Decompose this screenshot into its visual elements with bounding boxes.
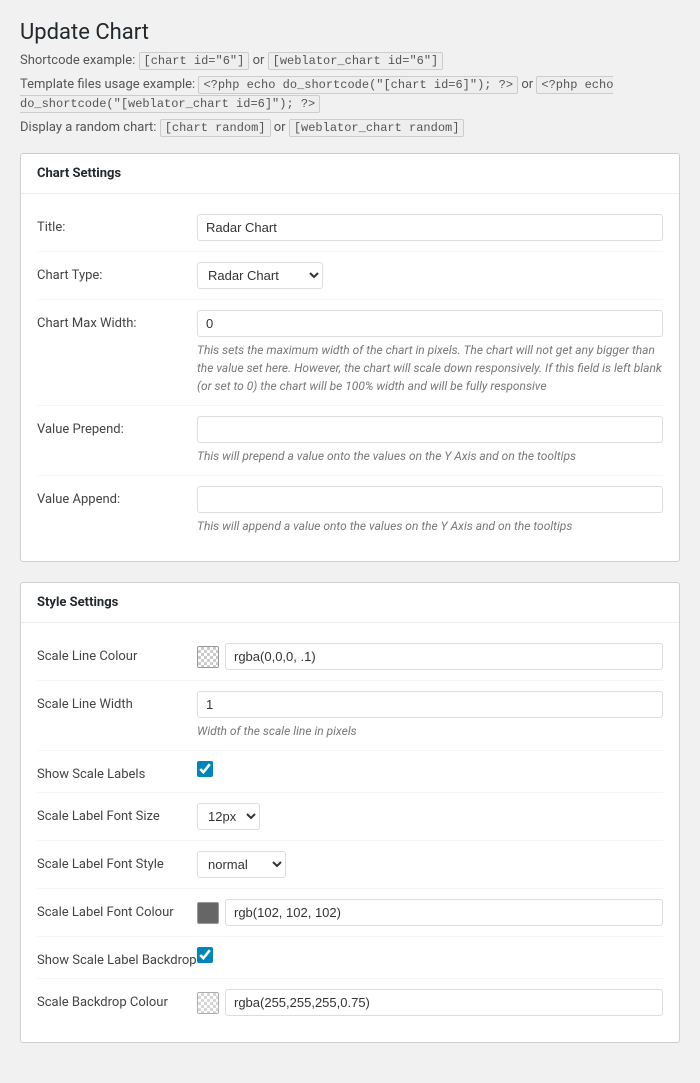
- template-intro: Template files usage example: <?php echo…: [20, 75, 680, 114]
- shortcode-intro: Shortcode example: [chart id="6"] or [we…: [20, 51, 680, 71]
- chart-max-width-input[interactable]: [197, 310, 663, 337]
- chart-settings-section: Chart Settings Title: Chart Type: Radar …: [20, 153, 680, 562]
- value-prepend-row: Value Prepend: This will prepend a value…: [37, 406, 663, 476]
- value-append-hint: This will append a value onto the values…: [197, 517, 663, 535]
- random-example1: [chart random]: [160, 119, 271, 137]
- scale-label-font-size-row: Scale Label Font Size 8px 10px 11px 12px…: [37, 793, 663, 841]
- template-label: Template files usage example:: [20, 77, 195, 92]
- title-label: Title:: [37, 214, 197, 235]
- page-title: Update Chart: [20, 20, 680, 45]
- scale-line-colour-input-row: [197, 643, 663, 670]
- value-append-label: Value Append:: [37, 486, 197, 507]
- scale-line-width-hint: Width of the scale line in pixels: [197, 722, 663, 740]
- show-scale-labels-checkbox[interactable]: [197, 761, 213, 777]
- template-or: or: [521, 77, 533, 92]
- scale-line-colour-row: Scale Line Colour: [37, 633, 663, 681]
- scale-backdrop-colour-input-row: [197, 989, 663, 1016]
- style-settings-body: Scale Line Colour Scale Line Width Width…: [21, 623, 679, 1042]
- scale-line-width-input[interactable]: [197, 691, 663, 718]
- value-append-control: This will append a value onto the values…: [197, 486, 663, 535]
- title-control: [197, 214, 663, 241]
- chart-max-width-control: This sets the maximum width of the chart…: [197, 310, 663, 395]
- scale-label-font-colour-control: [197, 899, 663, 926]
- random-or: or: [274, 120, 286, 135]
- show-scale-label-backdrop-checkbox[interactable]: [197, 947, 213, 963]
- scale-label-font-colour-swatch[interactable]: [197, 902, 219, 924]
- scale-line-colour-input[interactable]: [225, 643, 663, 670]
- scale-line-width-row: Scale Line Width Width of the scale line…: [37, 681, 663, 751]
- scale-line-colour-label: Scale Line Colour: [37, 643, 197, 664]
- scale-line-width-control: Width of the scale line in pixels: [197, 691, 663, 740]
- scale-line-colour-swatch[interactable]: [197, 646, 219, 668]
- random-intro: Display a random chart: [chart random] o…: [20, 118, 680, 138]
- value-prepend-hint: This will prepend a value onto the value…: [197, 447, 663, 465]
- scale-backdrop-colour-input[interactable]: [225, 989, 663, 1016]
- value-prepend-input[interactable]: [197, 416, 663, 443]
- chart-type-select[interactable]: Radar Chart Line Chart Bar Chart Pie Cha…: [197, 262, 323, 289]
- style-settings-section: Style Settings Scale Line Colour Scale L…: [20, 582, 680, 1043]
- shortcode-example2: [weblator_chart id="6"]: [268, 52, 444, 70]
- chart-max-width-label: Chart Max Width:: [37, 310, 197, 331]
- value-prepend-control: This will prepend a value onto the value…: [197, 416, 663, 465]
- scale-line-colour-control: [197, 643, 663, 670]
- scale-backdrop-colour-row: Scale Backdrop Colour: [37, 979, 663, 1026]
- shortcode-example1: [chart id="6"]: [139, 52, 250, 70]
- scale-label-font-colour-input[interactable]: [225, 899, 663, 926]
- scale-label-font-colour-input-row: [197, 899, 663, 926]
- scale-backdrop-colour-swatch[interactable]: [197, 992, 219, 1014]
- style-settings-title: Style Settings: [21, 583, 679, 623]
- scale-label-font-style-control: normal bold italic bold italic: [197, 851, 663, 878]
- title-input[interactable]: [197, 214, 663, 241]
- scale-backdrop-colour-label: Scale Backdrop Colour: [37, 989, 197, 1010]
- scale-label-font-style-select[interactable]: normal bold italic bold italic: [197, 851, 286, 878]
- shortcode-or1: or: [253, 53, 265, 68]
- scale-label-font-size-label: Scale Label Font Size: [37, 803, 197, 824]
- scale-label-font-colour-label: Scale Label Font Colour: [37, 899, 197, 920]
- show-scale-labels-label: Show Scale Labels: [37, 761, 197, 782]
- scale-label-font-size-select[interactable]: 8px 10px 11px 12px 14px 16px 18px 20px: [197, 803, 260, 830]
- chart-max-width-row: Chart Max Width: This sets the maximum w…: [37, 300, 663, 406]
- template-example1: <?php echo do_shortcode("[chart id=6]");…: [198, 76, 518, 94]
- chart-settings-title: Chart Settings: [21, 154, 679, 194]
- show-scale-labels-control: [197, 761, 663, 781]
- show-scale-label-backdrop-control: [197, 947, 663, 967]
- random-label: Display a random chart:: [20, 120, 156, 135]
- show-scale-label-backdrop-label: Show Scale Label Backdrop: [37, 947, 197, 968]
- scale-backdrop-colour-control: [197, 989, 663, 1016]
- scale-label-font-style-label: Scale Label Font Style: [37, 851, 197, 872]
- scale-label-font-colour-row: Scale Label Font Colour: [37, 889, 663, 937]
- scale-label-font-style-row: Scale Label Font Style normal bold itali…: [37, 841, 663, 889]
- title-row: Title:: [37, 204, 663, 252]
- value-append-row: Value Append: This will append a value o…: [37, 476, 663, 545]
- show-scale-label-backdrop-row: Show Scale Label Backdrop: [37, 937, 663, 979]
- value-append-input[interactable]: [197, 486, 663, 513]
- chart-settings-body: Title: Chart Type: Radar Chart Line Char…: [21, 194, 679, 561]
- chart-max-width-hint: This sets the maximum width of the chart…: [197, 341, 663, 395]
- value-prepend-label: Value Prepend:: [37, 416, 197, 437]
- shortcode-label: Shortcode example:: [20, 53, 135, 68]
- scale-label-font-size-control: 8px 10px 11px 12px 14px 16px 18px 20px: [197, 803, 663, 830]
- scale-line-width-label: Scale Line Width: [37, 691, 197, 712]
- show-scale-labels-row: Show Scale Labels: [37, 751, 663, 793]
- random-example2: [weblator_chart random]: [289, 119, 465, 137]
- chart-type-label: Chart Type:: [37, 262, 197, 283]
- chart-type-control: Radar Chart Line Chart Bar Chart Pie Cha…: [197, 262, 663, 289]
- chart-type-row: Chart Type: Radar Chart Line Chart Bar C…: [37, 252, 663, 300]
